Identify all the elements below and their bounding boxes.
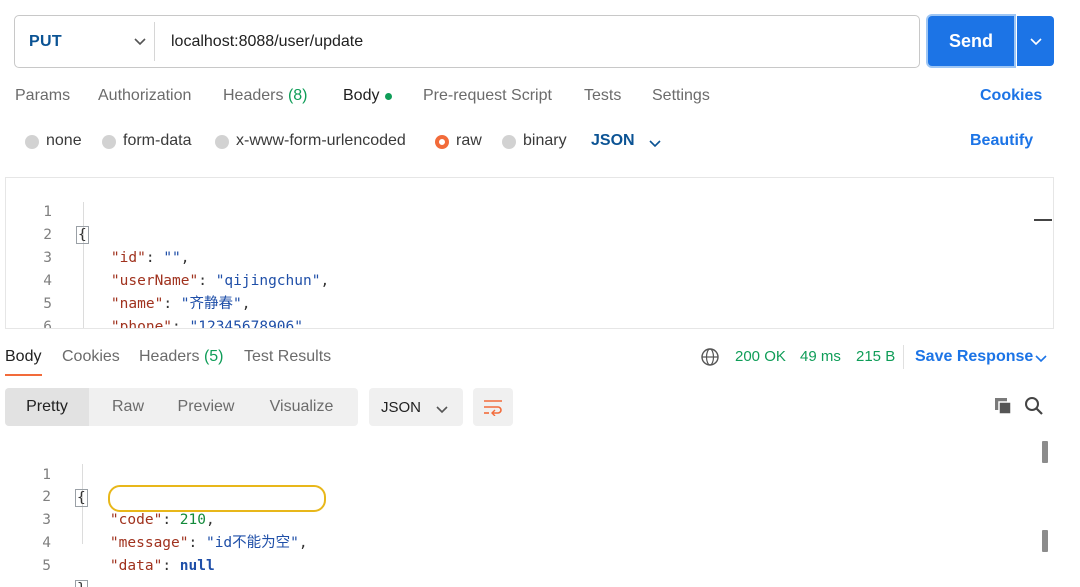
send-button[interactable]: Send bbox=[928, 16, 1014, 66]
chevron-down-icon bbox=[1029, 38, 1042, 46]
radio-binary-label: binary bbox=[523, 132, 567, 149]
json-value: null bbox=[179, 558, 215, 574]
radio-urlencoded[interactable] bbox=[215, 135, 229, 149]
active-tab-underline bbox=[5, 374, 42, 376]
scrollbar-thumb[interactable] bbox=[1042, 530, 1048, 552]
method-select[interactable]: PUT bbox=[29, 16, 155, 67]
view-visualize-button[interactable]: Visualize bbox=[245, 388, 358, 426]
wrap-lines-button[interactable] bbox=[473, 388, 513, 426]
response-status[interactable]: 200 OK bbox=[735, 348, 786, 365]
message-highlight-annotation bbox=[108, 485, 326, 512]
response-format-select[interactable]: JSON bbox=[369, 388, 463, 426]
wrap-lines-icon bbox=[484, 400, 502, 416]
tab-headers-count: (8) bbox=[287, 87, 308, 104]
radio-raw[interactable] bbox=[435, 135, 449, 149]
tab-headers[interactable]: Headers (8) bbox=[223, 87, 308, 105]
method-label: PUT bbox=[29, 32, 62, 50]
close-brace: } bbox=[75, 580, 88, 587]
radio-urlencoded-label: x-www-form-urlencoded bbox=[236, 132, 406, 149]
code-line: 5 } bbox=[5, 532, 1054, 587]
beautify-button[interactable]: Beautify bbox=[970, 132, 1033, 150]
tab-settings[interactable]: Settings bbox=[652, 87, 710, 105]
radio-binary[interactable] bbox=[502, 135, 516, 149]
code-line: 7 } bbox=[6, 316, 1053, 328]
tab-body[interactable]: Body bbox=[343, 87, 379, 105]
save-response-button[interactable]: Save Response bbox=[915, 348, 1033, 366]
send-options-button[interactable] bbox=[1017, 16, 1054, 66]
response-tab-test-results[interactable]: Test Results bbox=[244, 348, 331, 366]
chevron-down-icon bbox=[436, 406, 448, 414]
response-tab-body[interactable]: Body bbox=[5, 348, 41, 366]
chevron-down-icon[interactable] bbox=[648, 136, 662, 150]
radio-none-label: none bbox=[46, 132, 82, 149]
response-format-label: JSON bbox=[381, 399, 422, 416]
response-tab-headers-count: (5) bbox=[203, 348, 224, 365]
view-preview-button[interactable]: Preview bbox=[167, 388, 245, 426]
view-raw-button[interactable]: Raw bbox=[89, 388, 167, 426]
response-tab-headers-label: Headers bbox=[139, 348, 200, 365]
tab-params[interactable]: Params bbox=[15, 87, 70, 105]
code-line: 2 "id": "", bbox=[6, 201, 1053, 266]
response-body-viewer[interactable]: 1 { 2 "code": 210, 3 "message": "id不能为空"… bbox=[5, 440, 1054, 587]
response-tab-headers[interactable]: Headers (5) bbox=[139, 348, 224, 366]
divider bbox=[903, 345, 904, 369]
code-line: 4 "data": null bbox=[5, 509, 1054, 574]
editor-scroll-marker[interactable] bbox=[1034, 219, 1052, 221]
line-number: 5 bbox=[42, 558, 51, 574]
url-bar: PUT bbox=[14, 15, 920, 68]
response-view-switcher: Pretty Raw Preview Visualize bbox=[5, 388, 358, 426]
view-pretty-button[interactable]: Pretty bbox=[5, 388, 89, 426]
tab-tests[interactable]: Tests bbox=[584, 87, 621, 105]
radio-form-data-label: form-data bbox=[123, 132, 192, 149]
code-line: 5 "phone": "12345678906", bbox=[6, 270, 1053, 328]
scrollbar-thumb[interactable] bbox=[1042, 441, 1048, 463]
radio-raw-label: raw bbox=[456, 132, 482, 149]
body-language-select[interactable]: JSON bbox=[591, 132, 635, 150]
chevron-down-icon bbox=[134, 38, 146, 46]
chevron-down-icon[interactable] bbox=[1034, 351, 1048, 365]
code-line: 6 "sex": 1 bbox=[6, 293, 1053, 328]
globe-icon[interactable] bbox=[700, 347, 720, 367]
body-indicator-dot bbox=[385, 93, 392, 100]
json-key: "data" bbox=[109, 558, 163, 574]
radio-form-data[interactable] bbox=[102, 135, 116, 149]
response-time[interactable]: 49 ms bbox=[800, 348, 841, 365]
response-size[interactable]: 215 B bbox=[856, 348, 895, 365]
search-icon[interactable] bbox=[1024, 396, 1044, 416]
code-line: 3 "userName": "qijingchun", bbox=[6, 224, 1053, 289]
tab-authorization[interactable]: Authorization bbox=[98, 87, 191, 105]
url-divider bbox=[154, 22, 155, 61]
cookies-link[interactable]: Cookies bbox=[980, 87, 1042, 105]
code-line: 1 { bbox=[5, 441, 1054, 507]
copy-icon[interactable] bbox=[993, 396, 1013, 416]
code-line: 1 { bbox=[6, 178, 1053, 244]
code-line: 2 "code": 210, bbox=[5, 463, 1054, 528]
tab-pre-request-script[interactable]: Pre-request Script bbox=[423, 87, 552, 105]
response-tab-cookies[interactable]: Cookies bbox=[62, 348, 120, 366]
radio-none[interactable] bbox=[25, 135, 39, 149]
url-input[interactable] bbox=[171, 16, 911, 67]
request-body-editor[interactable]: 1 { 2 "id": "", 3 "userName": "qijingchu… bbox=[5, 177, 1054, 329]
tab-headers-label: Headers bbox=[223, 87, 284, 104]
code-line: 4 "name": "齐静春", bbox=[6, 247, 1053, 312]
